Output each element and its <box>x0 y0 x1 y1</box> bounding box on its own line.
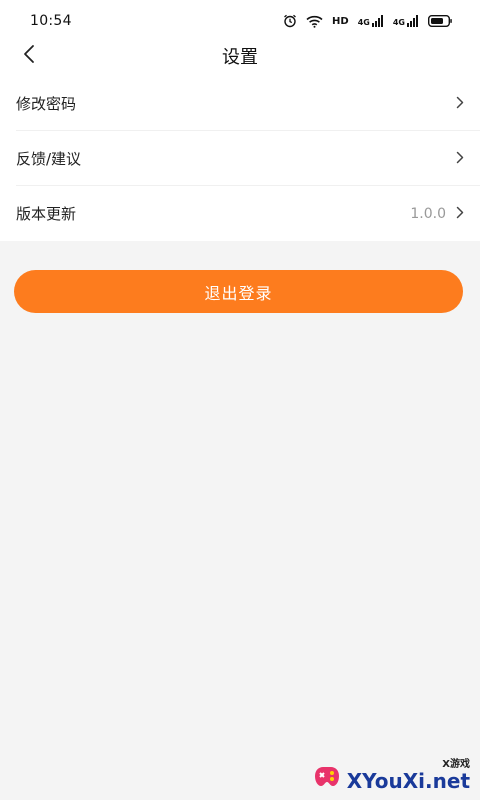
gamepad-logo-icon <box>311 760 343 792</box>
version-value: 1.0.0 <box>410 205 446 222</box>
status-time: 10:54 <box>30 13 72 29</box>
signal-icon: 4G <box>358 15 384 27</box>
battery-icon <box>428 15 452 27</box>
watermark-main-text: XYouXi.net <box>346 769 470 793</box>
chevron-right-icon <box>456 94 464 113</box>
watermark: X游戏 XYouXi.net <box>311 755 470 792</box>
status-bar: 10:54 HD 4G 4G <box>0 0 480 42</box>
hd-badge: HD <box>332 15 349 27</box>
menu-item-label: 版本更新 <box>16 205 77 223</box>
logout-button[interactable]: 退出登录 <box>14 270 463 313</box>
menu-item-version-update[interactable]: 版本更新 1.0.0 <box>16 186 480 241</box>
alarm-icon <box>283 14 297 28</box>
menu-item-change-password[interactable]: 修改密码 <box>16 76 480 131</box>
watermark-small-text: X游戏 <box>442 759 470 770</box>
logout-section: 退出登录 <box>0 241 480 313</box>
chevron-left-icon <box>22 44 36 68</box>
menu-item-label: 修改密码 <box>16 94 77 113</box>
back-button[interactable] <box>14 42 44 70</box>
wifi-icon <box>306 15 323 28</box>
chevron-right-icon <box>456 149 464 168</box>
signal-icon-2: 4G <box>393 15 419 27</box>
settings-menu: 修改密码 反馈/建议 版本更新 1.0.0 <box>0 76 480 241</box>
nav-bar: 设置 <box>0 42 480 70</box>
top-panel: 10:54 HD 4G 4G 设置 修改密码 反馈/建议 版本更新 1.0.0 <box>0 0 480 241</box>
status-icons: HD 4G 4G <box>283 14 452 28</box>
chevron-right-icon <box>456 204 464 223</box>
menu-item-label: 反馈/建议 <box>16 149 82 168</box>
page-title: 设置 <box>222 47 258 68</box>
menu-item-feedback[interactable]: 反馈/建议 <box>16 131 480 186</box>
